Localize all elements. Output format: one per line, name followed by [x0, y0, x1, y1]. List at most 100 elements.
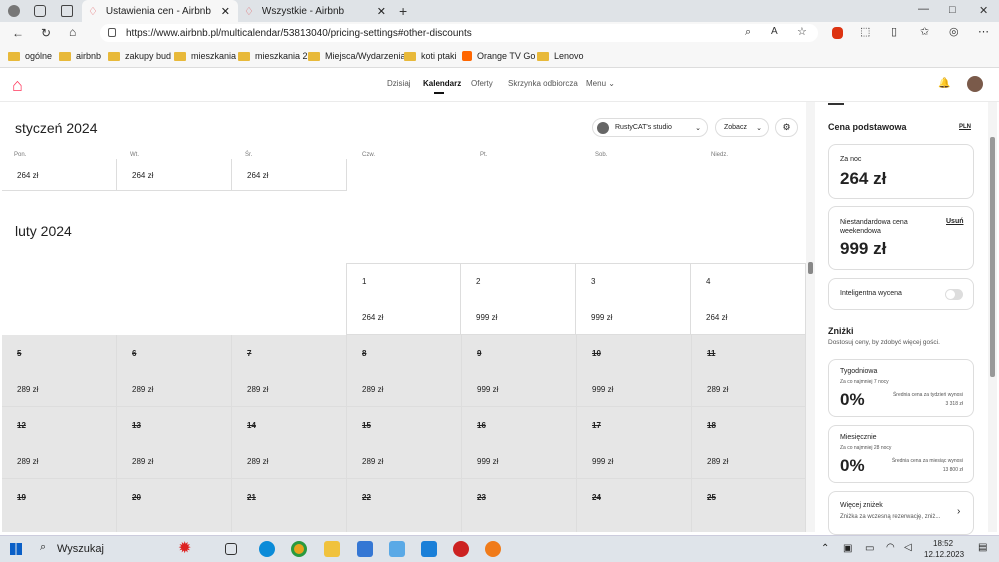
calendar-day-cell[interactable]: 3 999 zł — [576, 263, 691, 335]
bookmark-orange[interactable]: Orange TV Go — [462, 48, 535, 64]
currency-link[interactable]: PLN — [959, 124, 971, 130]
calendar-day-cell[interactable]: 16 999 zł — [462, 407, 577, 479]
calendar-day-cell[interactable]: 12 289 zł — [2, 407, 117, 479]
split-screen-icon[interactable]: ▯ — [891, 25, 897, 38]
clock-date[interactable]: 12.12.2023 — [924, 550, 964, 559]
more-menu-icon[interactable]: ⋯ — [978, 25, 989, 38]
bookmark-mieszkania[interactable]: mieszkania — [174, 48, 236, 64]
close-tab-icon[interactable]: ✕ — [377, 5, 386, 18]
adblock-icon[interactable] — [832, 27, 843, 39]
calendar-day-cell[interactable]: 264 zł — [117, 159, 232, 191]
calendar-day-cell[interactable]: 14 289 zł — [232, 407, 347, 479]
bookmark-lenovo[interactable]: Lenovo — [537, 48, 584, 64]
airbnb-logo-icon[interactable]: ⌂ — [12, 76, 23, 94]
calendar-day-cell[interactable]: 20 — [117, 479, 232, 532]
nav-today[interactable]: Dzisiaj — [387, 79, 411, 88]
minimize-button[interactable]: — — [918, 3, 929, 15]
favorite-star-icon[interactable]: ☆ — [797, 25, 807, 38]
more-discounts-card[interactable]: Więcej zniżek Zniżka za wczesną rezerwac… — [828, 491, 974, 535]
calendar-day-cell[interactable]: 264 zł — [2, 159, 117, 191]
smart-pricing-toggle[interactable] — [945, 289, 963, 300]
listing-selector[interactable]: RustyCAT's studio ⌄ — [592, 118, 708, 137]
calendar-day-cell[interactable]: 2 999 zł — [461, 263, 576, 335]
taskbar-search[interactable]: Wyszukaj — [57, 543, 104, 555]
close-tab-icon[interactable]: ✕ — [221, 5, 230, 18]
calendar-day-cell[interactable]: 10 999 zł — [577, 335, 692, 407]
tray-monitor-icon[interactable]: ▭ — [865, 543, 874, 554]
calendar-day-cell[interactable]: 13 289 zł — [117, 407, 232, 479]
poinsettia-icon[interactable]: ✹ — [178, 538, 206, 558]
app-icon[interactable] — [389, 541, 405, 557]
url-input[interactable]: https://www.airbnb.pl/multicalendar/5381… — [100, 24, 818, 42]
monthly-discount-card[interactable]: Miesięcznie Za co najmniej 28 nocy 0% Śr… — [828, 425, 974, 483]
read-aloud-icon[interactable]: A — [771, 26, 778, 37]
profile-icon[interactable] — [8, 5, 20, 17]
panel-scrollbar[interactable] — [988, 102, 997, 532]
extensions-icon[interactable]: ⬚ — [860, 25, 870, 38]
windows-start-icon[interactable] — [10, 543, 22, 555]
bookmark-mieszkania2[interactable]: mieszkania 2 — [238, 48, 308, 64]
wifi-icon[interactable]: ◠ — [886, 542, 895, 553]
speaker-icon[interactable]: ◁ — [904, 542, 912, 553]
calendar-day-cell[interactable]: 11 289 zł — [692, 335, 806, 407]
refresh-icon[interactable]: ↻ — [41, 26, 51, 40]
file-explorer-icon[interactable] — [324, 541, 340, 557]
weekly-discount-card[interactable]: Tygodniowa Za co najmniej 7 nocy 0% Śred… — [828, 359, 974, 417]
task-view-icon[interactable] — [225, 543, 237, 555]
calendar-day-cell[interactable]: 24 — [577, 479, 692, 532]
tab-pricing-settings[interactable]: ♢ Ustawienia cen - Airbnb ✕ — [82, 0, 238, 22]
new-tab-button[interactable]: + — [399, 3, 407, 19]
nav-calendar[interactable]: Kalendarz — [423, 79, 461, 88]
calendar-day-cell[interactable]: 7 289 zł — [232, 335, 347, 407]
tray-app-icon[interactable]: ▣ — [843, 543, 852, 554]
calendar-app-icon[interactable] — [421, 541, 437, 557]
calendar-day-cell[interactable]: 1 264 zł — [346, 263, 461, 335]
calendar-day-cell[interactable]: 21 — [232, 479, 347, 532]
weekend-remove-link[interactable]: Usuń — [946, 218, 964, 225]
home-icon[interactable]: ⌂ — [69, 25, 76, 39]
zoom-icon[interactable]: ⌕ — [745, 26, 751, 39]
favorites-icon[interactable]: ✩ — [920, 25, 929, 38]
bookmark-miejsca[interactable]: Miejsca/Wydarzenia — [308, 48, 405, 64]
calculator-icon[interactable] — [357, 541, 373, 557]
calendar-day-cell[interactable]: 9 999 zł — [462, 335, 577, 407]
calendar-day-cell[interactable]: 18 289 zł — [692, 407, 806, 479]
calendar-day-cell[interactable]: 4 264 zł — [691, 263, 806, 335]
tab-actions-icon[interactable] — [61, 5, 73, 17]
settings-gear-button[interactable]: ⚙ — [775, 118, 798, 137]
nav-menu[interactable]: Menu ⌄ — [586, 79, 615, 88]
nav-listings[interactable]: Oferty — [471, 79, 493, 88]
nav-inbox[interactable]: Skrzynka odbiorcza — [508, 79, 578, 88]
user-avatar[interactable] — [967, 76, 983, 92]
calendar-scrollbar[interactable] — [806, 102, 815, 532]
edge-icon[interactable] — [259, 541, 275, 557]
calendar-day-cell[interactable]: 25 — [692, 479, 806, 532]
scrollbar-thumb[interactable] — [990, 137, 995, 377]
avast-icon[interactable] — [485, 541, 501, 557]
calendar-day-cell[interactable]: 15 289 zł — [347, 407, 462, 479]
calendar-day-cell[interactable]: 17 999 zł — [577, 407, 692, 479]
calendar-day-cell[interactable]: 8 289 zł — [347, 335, 462, 407]
bookmark-airbnb[interactable]: airbnb — [59, 48, 101, 64]
back-icon[interactable]: ← — [12, 26, 24, 40]
chevron-up-icon[interactable]: ⌃ — [821, 543, 829, 554]
bookmark-ogolne[interactable]: ogólne — [8, 48, 52, 64]
per-night-card[interactable]: Za noc 264 zł — [828, 144, 974, 199]
notifications-icon[interactable]: ▤ — [978, 542, 987, 553]
workspaces-icon[interactable] — [34, 5, 46, 17]
bell-icon[interactable]: 🔔 — [938, 78, 950, 89]
maximize-button[interactable]: □ — [949, 4, 956, 16]
chrome-icon[interactable] — [291, 541, 307, 557]
calendar-day-cell[interactable]: 23 — [462, 479, 577, 532]
weekend-price-card[interactable]: Niestandardowa cena weekendowa Usuń 999 … — [828, 206, 974, 270]
scrollbar-thumb[interactable] — [808, 262, 813, 274]
bookmark-koti[interactable]: koti ptaki — [404, 48, 457, 64]
collections-icon[interactable]: ◎ — [949, 25, 959, 38]
calendar-day-cell[interactable]: 6 289 zł — [117, 335, 232, 407]
bookmark-zakupy[interactable]: zakupy bud — [108, 48, 171, 64]
calendar-day-cell[interactable]: 264 zł — [232, 159, 347, 191]
game-icon[interactable] — [453, 541, 469, 557]
lock-icon[interactable] — [108, 28, 116, 37]
close-window-button[interactable]: ✕ — [979, 4, 988, 17]
calendar-day-cell[interactable]: 22 — [347, 479, 462, 532]
